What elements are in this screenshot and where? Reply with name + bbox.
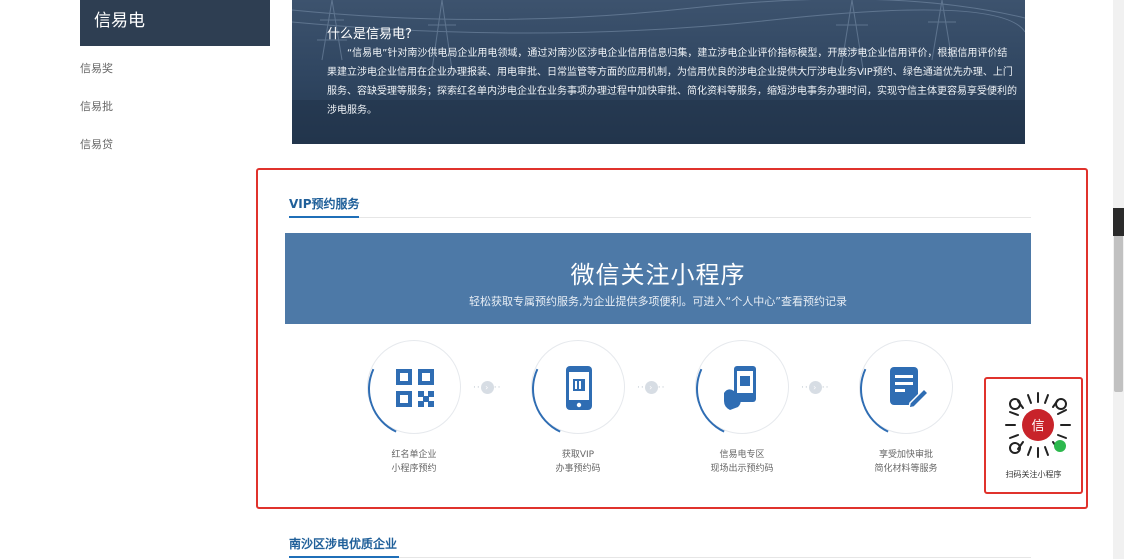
intro-banner: 什么是信易电? “信易电”针对南沙供电局企业用电领域，通过对南沙区涉电企业信用信… — [292, 0, 1025, 144]
step-1-line2: 小程序预约 — [391, 464, 437, 474]
qr-badge-char: 信 — [1031, 419, 1045, 434]
bottom-divider — [289, 557, 1031, 558]
sidebar-active-item[interactable]: 信易电 — [80, 0, 270, 46]
bottom-tab-underline — [289, 556, 399, 558]
step-1-line1: 红名单企业 — [391, 450, 437, 460]
step-2-line1: 获取VIP — [561, 450, 595, 460]
phone-icon — [566, 366, 592, 410]
wechat-subline: 轻松获取专属预约服务,为企业提供多项便利。可进入“个人中心”查看预约记录 — [469, 295, 847, 308]
step-arrow-3: ·· › ·· — [801, 381, 830, 394]
step-label-1: 红名单企业 小程序预约 — [344, 448, 484, 476]
step-label-2: 获取VIP 办事预约码 — [508, 448, 648, 476]
qr-label: 扫码关注小程序 — [1005, 470, 1062, 479]
sidebar-item-xinyidai[interactable]: 信易贷 — [80, 136, 113, 152]
step-arrow-1: ·· › ·· — [473, 381, 502, 394]
qr-code-icon — [396, 369, 434, 407]
scrollbar-marker — [1113, 208, 1124, 236]
step-2-line2: 办事预约码 — [555, 464, 601, 474]
step-label-3: 信易电专区 现场出示预约码 — [672, 448, 812, 476]
banner-title: 什么是信易电? — [327, 27, 412, 42]
tab-quality-enterprises[interactable]: 南沙区涉电优质企业 — [289, 535, 397, 552]
sidebar-item-xinyijiang[interactable]: 信易奖 — [80, 60, 113, 76]
hand-phone-icon — [724, 366, 756, 410]
sidebar-title: 信易电 — [94, 11, 145, 31]
tab-divider — [289, 217, 1031, 218]
step-4-line1: 享受加快审批 — [878, 450, 933, 460]
step-circle-2 — [531, 340, 625, 434]
step-label-4: 享受加快审批 简化材料等服务 — [836, 448, 976, 476]
sidebar-item-xinyipi[interactable]: 信易批 — [80, 98, 113, 114]
step-3-line1: 信易电专区 — [719, 450, 765, 460]
step-arrow-2: ·· › ·· — [637, 381, 666, 394]
step-4-line2: 简化材料等服务 — [874, 464, 938, 474]
step-circle-4 — [859, 340, 953, 434]
step-circle-3 — [695, 340, 789, 434]
wechat-headline: 微信关注小程序 — [570, 261, 746, 289]
step-3-line2: 现场出示预约码 — [710, 464, 774, 474]
page: 信易电 信易奖 信易批 信易贷 什么是信易电? “信易电”针对南沙供电局企业用电… — [0, 0, 1124, 559]
banner-description: “信易电”针对南沙供电局企业用电领域，通过对南沙区涉电企业信用信息归集，建立涉电… — [327, 48, 1017, 116]
wechat-banner: 微信关注小程序 轻松获取专属预约服务,为企业提供多项便利。可进入“个人中心”查看… — [285, 233, 1031, 324]
document-pen-icon — [890, 367, 930, 409]
tab-active-underline — [289, 216, 359, 218]
step-circle-1 — [367, 340, 461, 434]
tab-vip-service[interactable]: VIP预约服务 — [289, 195, 360, 212]
